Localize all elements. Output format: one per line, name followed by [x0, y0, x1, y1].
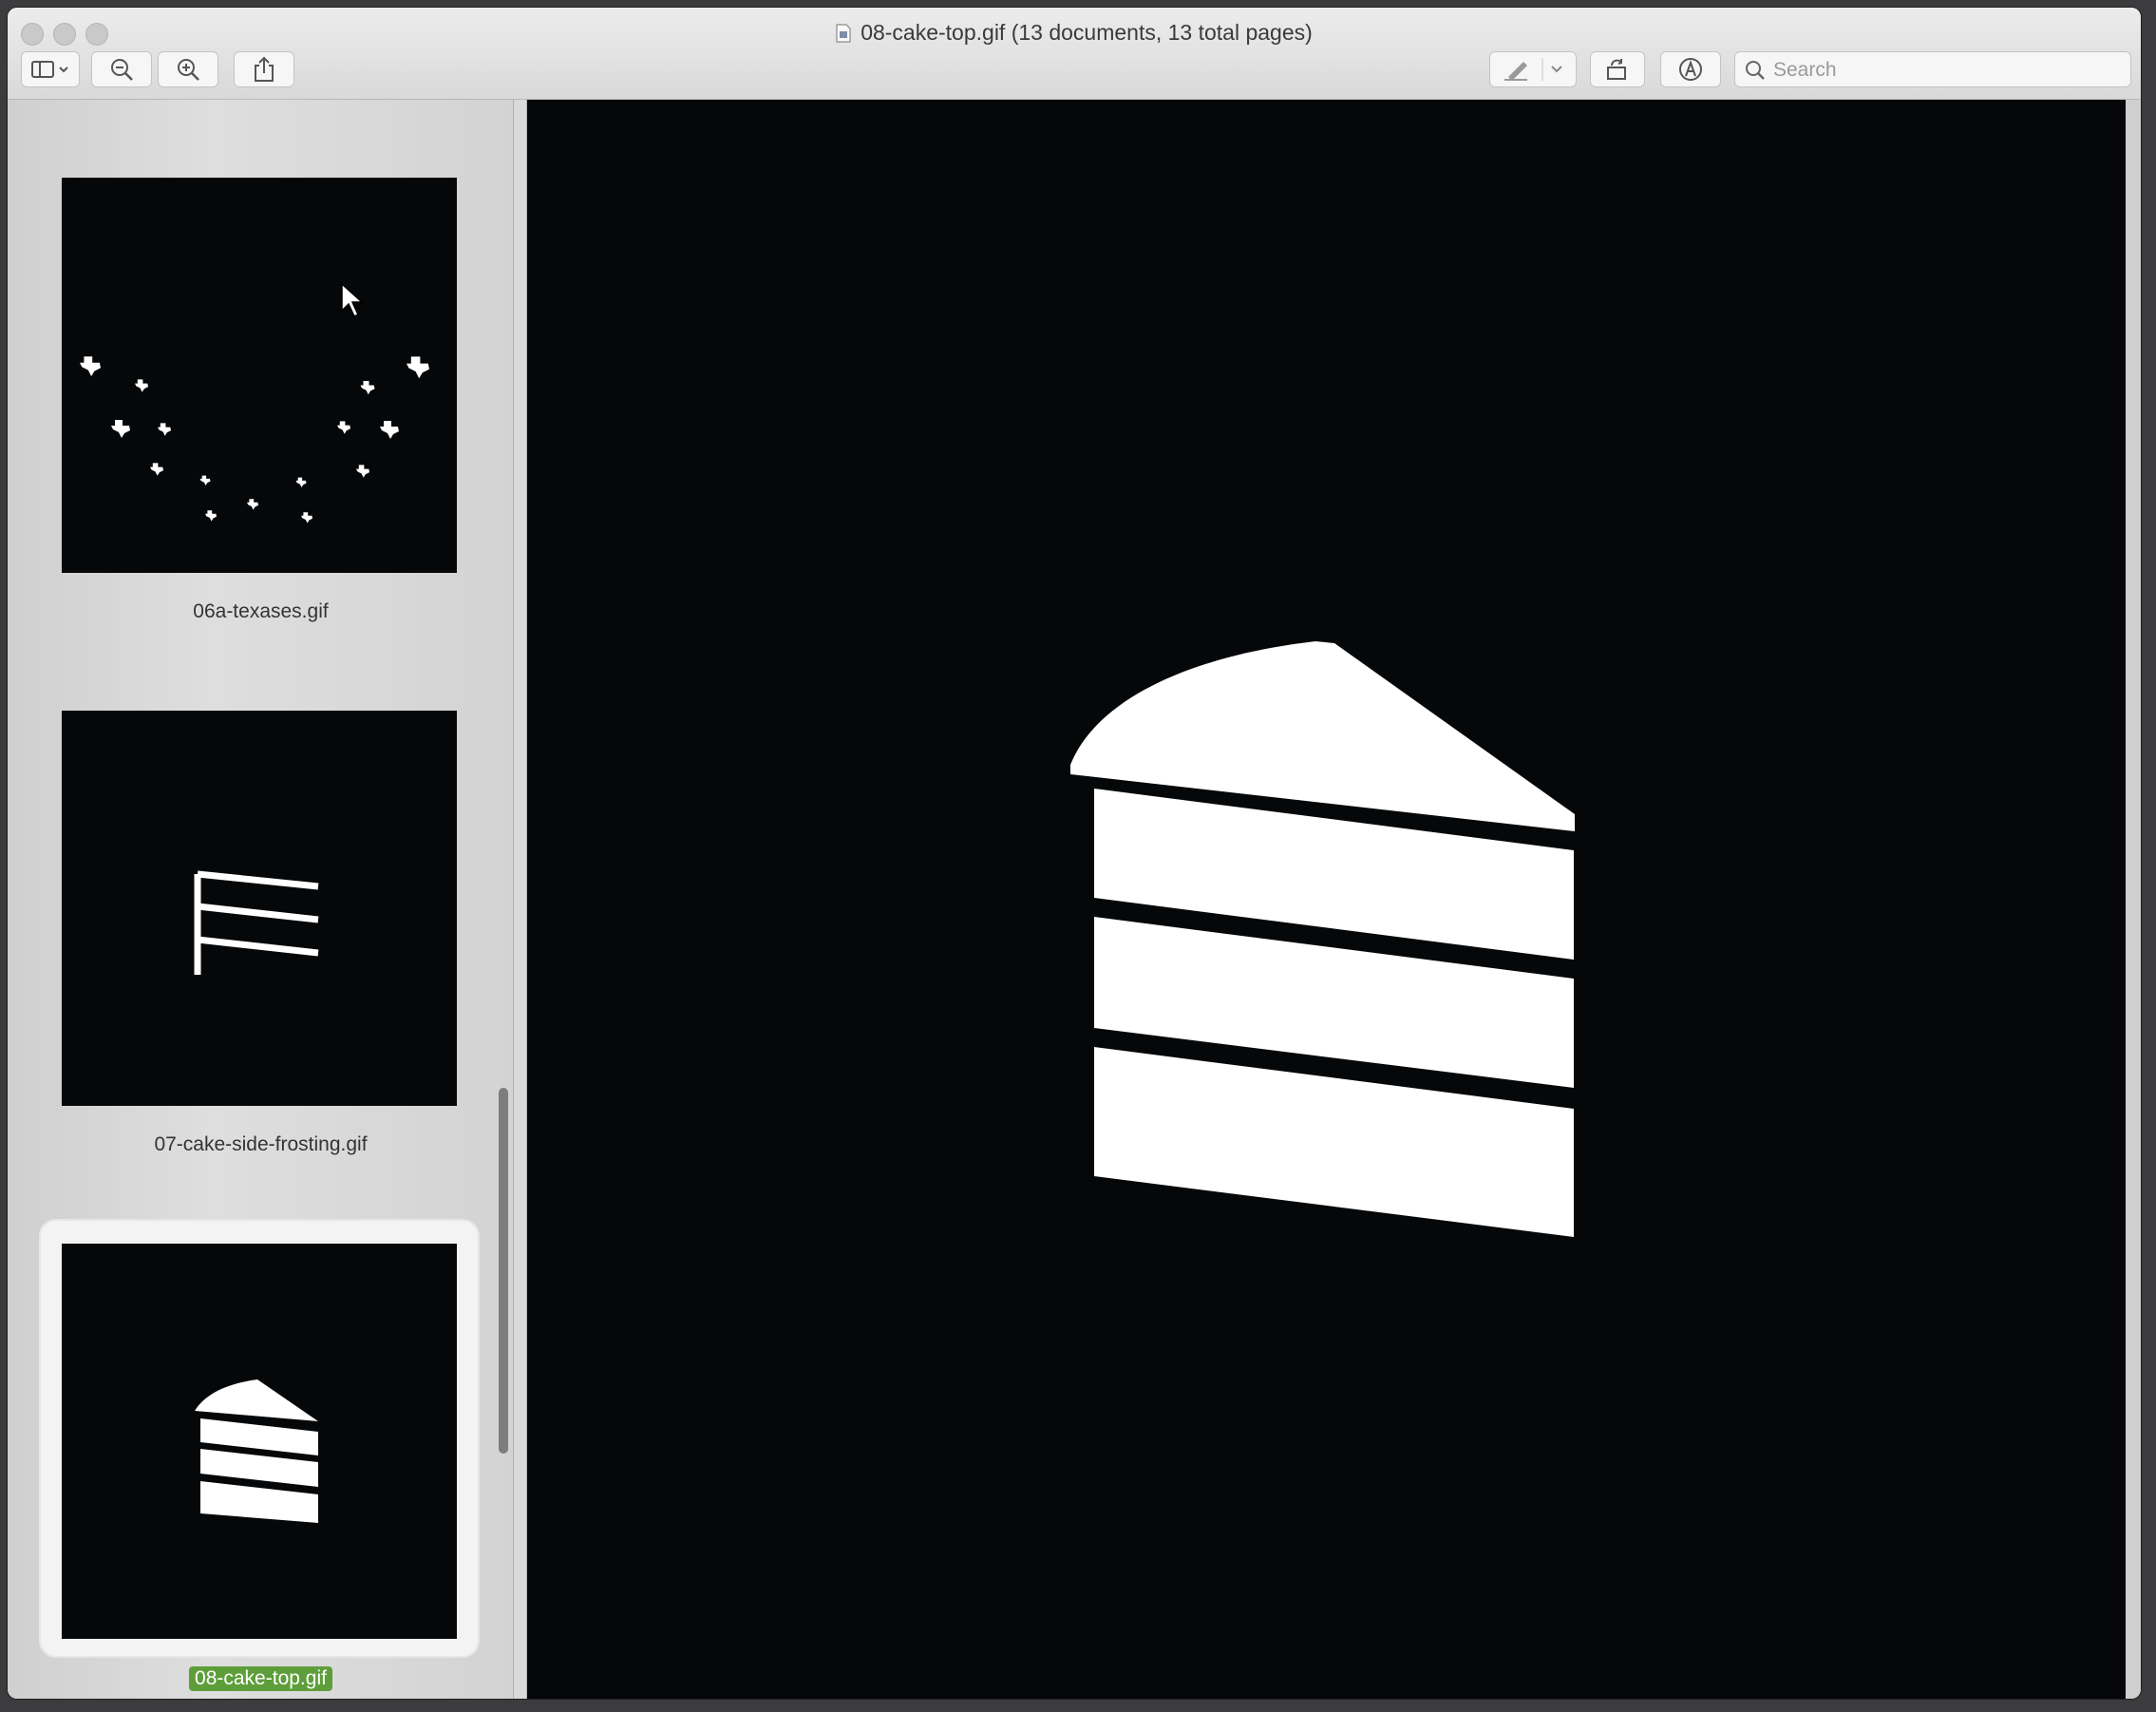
thumbnail-sidebar[interactable]: 06a-texases.gif 07-cake-side-frosting.gi…: [8, 100, 514, 1699]
zoom-out-button[interactable]: [91, 51, 152, 87]
sidebar-scrollbar[interactable]: [499, 1088, 508, 1454]
image-viewer[interactable]: [527, 100, 2126, 1699]
thumbnail-image-texases[interactable]: [62, 178, 457, 573]
share-icon: [255, 56, 274, 82]
sidebar-toggle-button[interactable]: [21, 51, 80, 87]
markup-icon: [1679, 58, 1702, 81]
sidebar-icon: [31, 61, 68, 78]
window-right-edge: [2126, 100, 2141, 1699]
document-icon: [836, 24, 851, 43]
thumbnail-label[interactable]: 06a-texases.gif: [8, 600, 514, 623]
thumbnail-label[interactable]: 07-cake-side-frosting.gif: [8, 1133, 514, 1156]
preview-window: 08-cake-top.gif (13 documents, 13 total …: [8, 8, 2141, 1699]
markup-pen-button[interactable]: [1489, 51, 1577, 87]
zoom-in-button[interactable]: [158, 51, 218, 87]
title-bar: 08-cake-top.gif (13 documents, 13 total …: [8, 8, 2141, 100]
window-title-text: 08-cake-top.gif (13 documents, 13 total …: [861, 20, 1313, 45]
zoom-out-icon: [111, 59, 133, 81]
cake-slice-icon: [195, 1379, 318, 1523]
markup-toolbar-button[interactable]: [1660, 51, 1721, 87]
mouse-cursor-icon: [341, 282, 364, 318]
thumbnail-item[interactable]: [62, 178, 457, 573]
rotate-icon: [1607, 59, 1626, 80]
search-input[interactable]: [1771, 56, 2117, 85]
pen-icon: [1504, 58, 1562, 81]
thumbnail-image-frosting[interactable]: [62, 711, 457, 1106]
thumbnail-label-selected[interactable]: 08-cake-top.gif: [8, 1666, 514, 1691]
selected-label-pill[interactable]: 08-cake-top.gif: [189, 1666, 332, 1691]
thumbnail-image-cake-top[interactable]: [62, 1244, 457, 1639]
texas-shapes-icon: [80, 282, 429, 523]
share-button[interactable]: [234, 51, 294, 87]
search-field[interactable]: [1734, 51, 2131, 87]
sidebar-divider[interactable]: [514, 100, 527, 1699]
zoom-in-icon: [178, 59, 199, 81]
rotate-button[interactable]: [1590, 51, 1645, 87]
window-title: 08-cake-top.gif (13 documents, 13 total …: [8, 20, 2141, 46]
frosting-lines-icon: [194, 870, 319, 975]
cake-slice-image: [1070, 641, 1575, 1237]
thumbnail-item[interactable]: [62, 711, 457, 1106]
thumbnail-item-selected[interactable]: [62, 1244, 457, 1639]
search-icon: [1746, 61, 1765, 80]
